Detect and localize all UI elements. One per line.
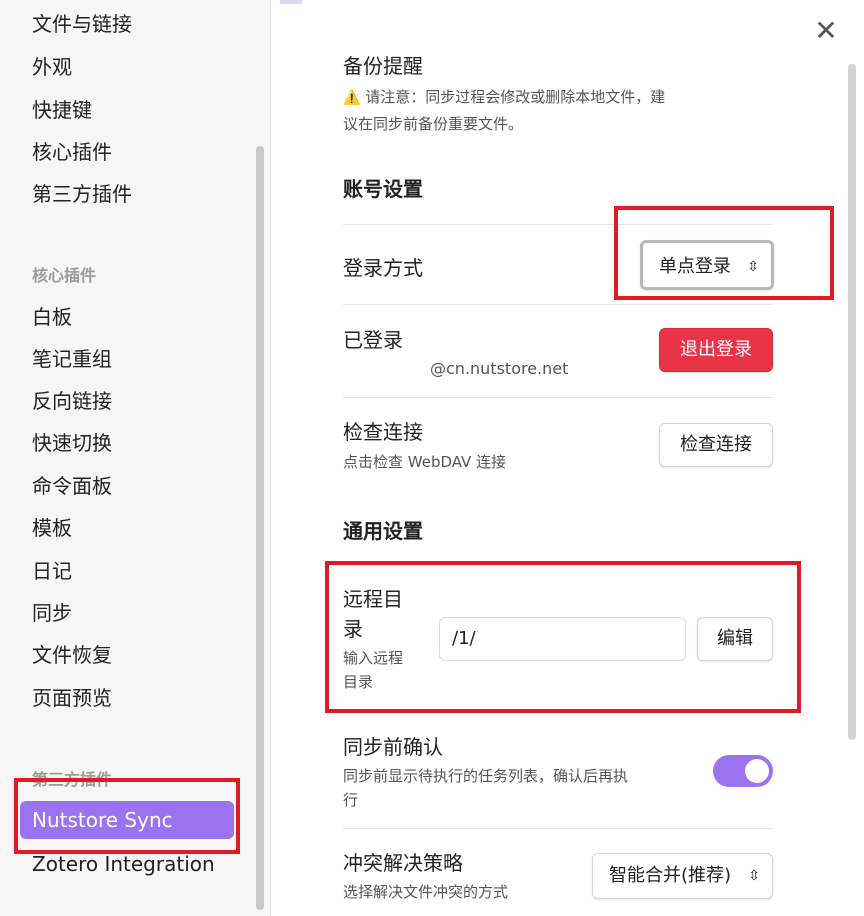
confirm-before-sync-label: 同步前确认 bbox=[343, 735, 443, 759]
conflict-strategy-desc: 选择解决文件冲突的方式 bbox=[343, 883, 509, 901]
sidebar-item-canvas[interactable]: 白板 bbox=[32, 303, 72, 331]
sidebar-item-templates[interactable]: 模板 bbox=[32, 514, 72, 542]
content-scrollbar[interactable] bbox=[848, 64, 856, 740]
remote-dir-desc: 输入远程 目录 bbox=[343, 646, 403, 694]
sidebar-item-hotkeys[interactable]: 快捷键 bbox=[32, 96, 92, 124]
conflict-strategy-label: 冲突解决策略 bbox=[343, 851, 463, 875]
sidebar-item-nutstore-sync[interactable]: Nutstore Sync bbox=[20, 801, 234, 839]
backup-warning: ⚠️ 请注意：同步过程会修改或删除本地文件，建 议在同步前备份重要文件。 bbox=[343, 84, 743, 137]
warning-icon: ⚠️ bbox=[343, 90, 361, 106]
logged-in-label: 已登录 bbox=[343, 328, 403, 352]
sidebar-item-daily-notes[interactable]: 日记 bbox=[32, 557, 72, 585]
divider bbox=[343, 224, 773, 225]
account-section-title: 账号设置 bbox=[343, 177, 423, 201]
edit-button[interactable]: 编辑 bbox=[697, 617, 773, 661]
divider bbox=[343, 304, 773, 305]
top-tab-indicator bbox=[280, 0, 302, 4]
logged-in-email: @cn.nutstore.net bbox=[430, 359, 569, 378]
sidebar-item-core-plugins[interactable]: 核心插件 bbox=[32, 138, 112, 166]
check-connection-desc: 点击检查 WebDAV 连接 bbox=[343, 453, 507, 471]
sidebar-item-zotero-integration[interactable]: Zotero Integration bbox=[32, 850, 215, 878]
divider bbox=[343, 828, 773, 829]
remote-dir-desc-line2: 目录 bbox=[343, 673, 374, 691]
conflict-strategy-select[interactable]: 智能合并(推荐) ⇳ bbox=[592, 853, 773, 899]
settings-sidebar: 文件与链接 外观 快捷键 核心插件 第三方插件 核心插件 白板 笔记重组 反向链… bbox=[0, 0, 271, 916]
chevron-updown-icon: ⇳ bbox=[747, 259, 759, 275]
confirm-before-sync-desc: 同步前显示待执行的任务列表，确认后再执 行 bbox=[343, 764, 693, 812]
conflict-strategy-value: 智能合并(推荐) bbox=[609, 865, 732, 886]
login-method-label: 登录方式 bbox=[343, 256, 423, 280]
sidebar-item-files-links[interactable]: 文件与链接 bbox=[32, 10, 132, 38]
sidebar-scrollbar[interactable] bbox=[256, 146, 264, 910]
login-method-select[interactable]: 单点登录 ⇳ bbox=[640, 240, 774, 290]
confirm-before-sync-toggle[interactable] bbox=[713, 755, 773, 787]
remote-dir-label-line2: 录 bbox=[343, 617, 363, 641]
chevron-updown-icon: ⇳ bbox=[748, 868, 760, 884]
sidebar-item-appearance[interactable]: 外观 bbox=[32, 53, 72, 81]
sidebar-item-note-composer[interactable]: 笔记重组 bbox=[32, 345, 112, 373]
sidebar-item-command-palette[interactable]: 命令面板 bbox=[32, 472, 112, 500]
check-connection-button[interactable]: 检查连接 bbox=[659, 423, 773, 467]
general-section-title: 通用设置 bbox=[343, 519, 423, 543]
backup-warning-line2: 议在同步前备份重要文件。 bbox=[343, 115, 524, 133]
check-connection-label: 检查连接 bbox=[343, 420, 423, 444]
login-method-value: 单点登录 bbox=[659, 256, 731, 277]
sidebar-item-page-preview[interactable]: 页面预览 bbox=[32, 684, 112, 712]
confirm-desc-line2: 行 bbox=[343, 791, 359, 809]
sidebar-header-core-plugins: 核心插件 bbox=[32, 266, 97, 285]
toggle-knob bbox=[745, 759, 769, 783]
remote-dir-label: 远程目 录 bbox=[343, 584, 403, 644]
sidebar-item-backlinks[interactable]: 反向链接 bbox=[32, 387, 112, 415]
logout-button[interactable]: 退出登录 bbox=[659, 328, 773, 372]
confirm-desc-line1: 同步前显示待执行的任务列表，确认后再执 bbox=[343, 767, 629, 785]
remote-dir-label-line1: 远程目 bbox=[343, 587, 403, 611]
sidebar-item-quick-switcher[interactable]: 快速切换 bbox=[32, 429, 112, 457]
divider bbox=[343, 397, 773, 398]
backup-warning-line1: 请注意：同步过程会修改或删除本地文件，建 bbox=[365, 88, 666, 106]
close-icon[interactable]: ✕ bbox=[812, 17, 840, 46]
sidebar-item-community-plugins[interactable]: 第三方插件 bbox=[32, 180, 132, 208]
sidebar-header-community-plugins: 第三方插件 bbox=[32, 770, 113, 789]
sidebar-item-file-recovery[interactable]: 文件恢复 bbox=[32, 641, 112, 669]
backup-reminder-title: 备份提醒 bbox=[343, 54, 423, 78]
sidebar-item-sync[interactable]: 同步 bbox=[32, 599, 72, 627]
remote-dir-desc-line1: 输入远程 bbox=[343, 649, 404, 667]
remote-dir-input[interactable]: /1/ bbox=[439, 617, 686, 661]
